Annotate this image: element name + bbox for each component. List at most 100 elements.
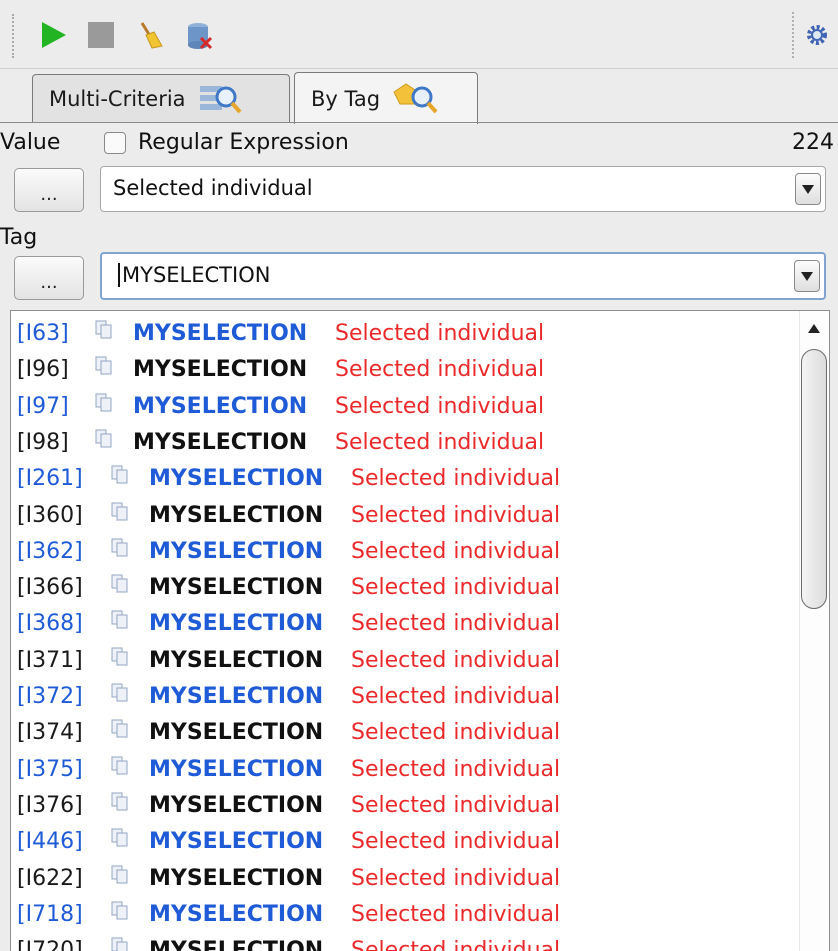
- list-item[interactable]: [I96] MYSELECTION Selected individual: [11, 353, 791, 389]
- clear-button[interactable]: [132, 18, 166, 52]
- copy-docs-icon: [111, 901, 129, 927]
- individual-id: [I376]: [17, 792, 83, 818]
- individual-id: [I371]: [17, 647, 83, 673]
- list-item[interactable]: [I720] MYSELECTION Selected individual: [11, 934, 791, 951]
- list-item[interactable]: [I98] MYSELECTION Selected individual: [11, 426, 791, 462]
- tag-value: Selected individual: [351, 466, 561, 492]
- individual-id: [I446]: [17, 829, 83, 855]
- list-item[interactable]: [I718] MYSELECTION Selected individual: [11, 898, 791, 934]
- list-item[interactable]: [I372] MYSELECTION Selected individual: [11, 680, 791, 716]
- triangle-down-icon: [802, 185, 814, 194]
- stop-icon: [88, 22, 114, 48]
- list-item[interactable]: [I446] MYSELECTION Selected individual: [11, 825, 791, 861]
- copy-docs-icon: [111, 683, 129, 709]
- tag-name: MYSELECTION: [149, 466, 324, 492]
- list-item[interactable]: [I368] MYSELECTION Selected individual: [11, 607, 791, 643]
- tag-value: Selected individual: [351, 720, 561, 746]
- individual-id: [I366]: [17, 575, 83, 601]
- tag-name: MYSELECTION: [149, 502, 324, 528]
- list-item[interactable]: [I376] MYSELECTION Selected individual: [11, 789, 791, 825]
- triangle-up-icon: [808, 324, 820, 333]
- tag-value: Selected individual: [351, 611, 561, 637]
- list-item[interactable]: [I375] MYSELECTION Selected individual: [11, 753, 791, 789]
- tag-name: MYSELECTION: [149, 756, 324, 782]
- tab-multi-criteria[interactable]: Multi-Criteria: [32, 74, 290, 122]
- tag-combo-text[interactable]: MYSELECTION: [118, 263, 270, 287]
- tag-value: Selected individual: [335, 429, 545, 455]
- results-list[interactable]: [I63] MYSELECTION Selected individual [I96]…: [10, 310, 830, 951]
- search-doc-icon: [199, 85, 242, 113]
- copy-docs-icon: [95, 393, 113, 419]
- scrollbar[interactable]: [799, 311, 829, 951]
- list-item[interactable]: [I261] MYSELECTION Selected individual: [11, 462, 791, 498]
- value-combo-dropdown[interactable]: [795, 173, 821, 205]
- tag-name: MYSELECTION: [149, 720, 324, 746]
- tag-combo[interactable]: MYSELECTION: [100, 252, 826, 300]
- copy-docs-icon: [95, 429, 113, 455]
- tab-bar: Multi-Criteria By Tag: [0, 68, 838, 124]
- copy-docs-icon: [111, 865, 129, 891]
- run-icon: [42, 22, 66, 48]
- scroll-up-button[interactable]: [799, 311, 829, 345]
- tab-label: Multi-Criteria: [49, 86, 186, 111]
- individual-id: [I720]: [17, 938, 83, 951]
- triangle-down-icon: [801, 272, 813, 281]
- tag-value: Selected individual: [351, 829, 561, 855]
- list-item[interactable]: [I622] MYSELECTION Selected individual: [11, 862, 791, 898]
- individual-id: [I362]: [17, 538, 83, 564]
- tag-value: Selected individual: [351, 684, 561, 709]
- tag-value: Selected individual: [351, 756, 561, 782]
- list-item[interactable]: [I371] MYSELECTION Selected individual: [11, 644, 791, 680]
- regex-checkbox[interactable]: [104, 132, 126, 154]
- delete-db-icon: [188, 23, 213, 50]
- stop-button[interactable]: [84, 18, 118, 52]
- toolbar: [0, 0, 838, 69]
- individual-id: [I96]: [17, 357, 69, 383]
- list-item[interactable]: [I97] MYSELECTION Selected individual: [11, 390, 791, 426]
- value-combo[interactable]: Selected individual: [100, 166, 826, 212]
- individual-id: [I368]: [17, 611, 83, 637]
- copy-docs-icon: [111, 574, 129, 600]
- individual-id: [I372]: [17, 684, 83, 709]
- list-item[interactable]: [I362] MYSELECTION Selected individual: [11, 535, 791, 571]
- tag-name: MYSELECTION: [149, 938, 324, 951]
- clear-broom-icon: [140, 22, 163, 49]
- tag-value: Selected individual: [351, 538, 561, 564]
- tab-by-tag[interactable]: By Tag: [294, 72, 478, 124]
- toolbar-grip[interactable]: [12, 14, 20, 58]
- tag-value: Selected individual: [335, 393, 545, 419]
- tag-value: Selected individual: [351, 575, 561, 601]
- list-item[interactable]: [I63] MYSELECTION Selected individual: [11, 317, 791, 353]
- value-combo-text: Selected individual: [113, 176, 313, 200]
- tag-value: Selected individual: [335, 357, 545, 383]
- tag-browse-button[interactable]: ...: [14, 256, 84, 300]
- list-item[interactable]: [I366] MYSELECTION Selected individual: [11, 571, 791, 607]
- toolbar-separator: [792, 12, 794, 58]
- run-button[interactable]: [36, 18, 70, 52]
- delete-db-button[interactable]: [182, 18, 216, 52]
- tag-combo-dropdown[interactable]: [794, 260, 820, 292]
- individual-id: [I97]: [17, 393, 69, 419]
- copy-docs-icon: [111, 465, 129, 491]
- tag-name: MYSELECTION: [133, 357, 308, 383]
- regex-label: Regular Expression: [138, 130, 349, 155]
- scrollbar-thumb[interactable]: [801, 349, 827, 609]
- tab-label: By Tag: [311, 86, 381, 111]
- result-count: 224: [792, 130, 834, 155]
- tag-value: Selected individual: [351, 792, 561, 818]
- tag-value: Selected individual: [351, 502, 561, 528]
- settings-button[interactable]: [800, 18, 834, 52]
- value-browse-button[interactable]: ...: [14, 168, 84, 212]
- copy-docs-icon: [111, 937, 129, 951]
- list-item[interactable]: [I360] MYSELECTION Selected individual: [11, 499, 791, 535]
- copy-docs-icon: [95, 320, 113, 346]
- individual-id: [I374]: [17, 720, 83, 746]
- copy-docs-icon: [111, 610, 129, 636]
- copy-docs-icon: [111, 792, 129, 818]
- individual-id: [I261]: [17, 466, 83, 492]
- tag-value: Selected individual: [351, 865, 561, 891]
- gear-icon: [807, 25, 827, 45]
- tag-value: Selected individual: [351, 647, 561, 673]
- list-item[interactable]: [I374] MYSELECTION Selected individual: [11, 716, 791, 752]
- tag-name: MYSELECTION: [149, 538, 324, 564]
